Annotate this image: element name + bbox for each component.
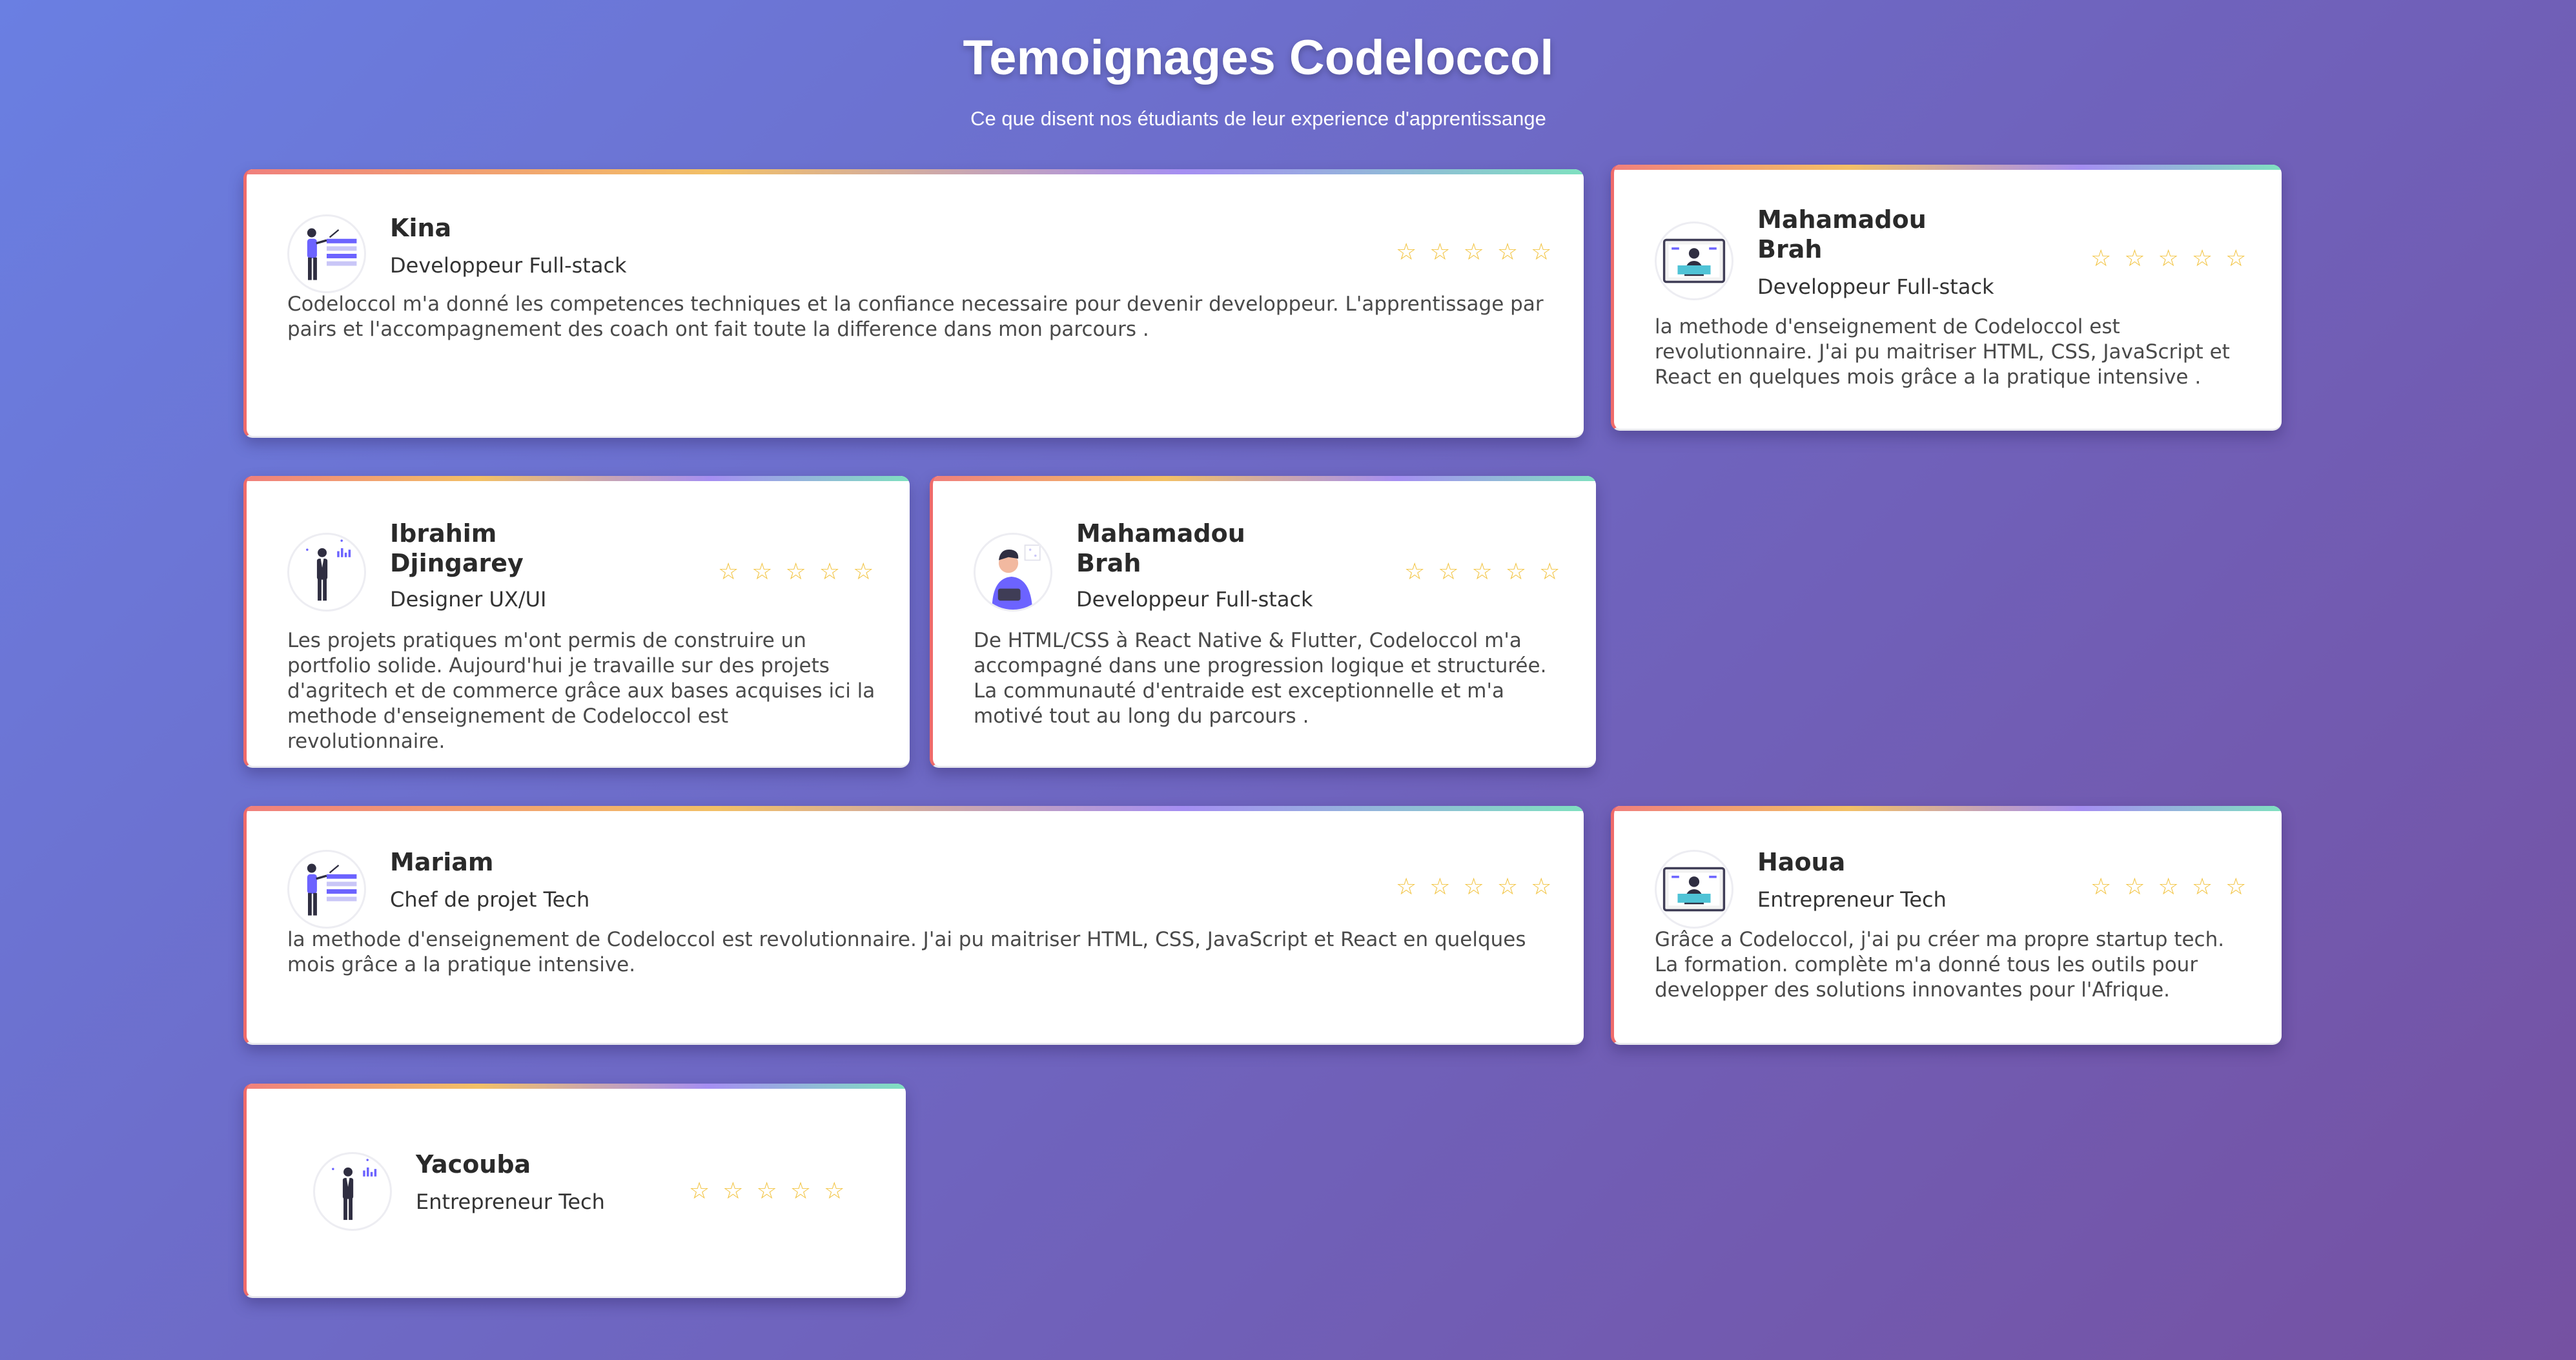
testimonial-name: Yacouba: [416, 1150, 531, 1179]
testimonial-role: Entrepreneur Tech: [416, 1190, 605, 1214]
person-with-laptop-board-icon: [289, 216, 364, 291]
testimonial-card: Mahamadou Brah Developpeur Full-stack ☆☆…: [1611, 165, 2282, 431]
testimonial-text: Grâce a Codeloccol, j'ai pu créer ma pro…: [1655, 928, 2225, 1002]
testimonial-role: Developpeur Full-stack: [390, 253, 627, 278]
person-at-monitor-icon: [1657, 852, 1732, 927]
page-subtitle: Ce que disent nos étudiants de leur expe…: [970, 107, 1546, 130]
testimonial-card: Kina Developpeur Full-stack ☆☆☆☆☆ Codelo…: [243, 169, 1584, 438]
avatar: [287, 214, 366, 293]
testimonial-role: Developpeur Full-stack: [1076, 587, 1313, 612]
star-rating: ☆☆☆☆☆: [1404, 559, 1573, 585]
testimonial-name: Kina: [390, 214, 452, 242]
testimonial-text: la methode d'enseignement de Codeloccol …: [287, 928, 1526, 976]
testimonial-name: Mariam: [390, 848, 494, 876]
testimonial-role: Developpeur Full-stack: [1757, 274, 1994, 299]
avatar: [1655, 850, 1733, 929]
testimonial-card: Ibrahim Djingarey Designer UX/UI ☆☆☆☆☆ L…: [243, 476, 910, 768]
person-with-laptop-board-icon: [289, 852, 364, 927]
avatar: [974, 533, 1052, 612]
avatar: [313, 1152, 392, 1231]
star-rating: ☆☆☆☆☆: [689, 1178, 858, 1204]
testimonial-text: la methode d'enseignement de Codeloccol …: [1655, 315, 2230, 389]
testimonial-text: Les projets pratiques m'ont permis de co…: [287, 629, 875, 753]
testimonial-card: Yacouba Entrepreneur Tech ☆☆☆☆☆: [243, 1084, 906, 1298]
page-title: Temoignages Codeloccol: [963, 30, 1554, 85]
testimonial-name: Mahamadou Brah: [1757, 205, 1927, 263]
testimonial-card: Haoua Entrepreneur Tech ☆☆☆☆☆ Grâce a Co…: [1611, 806, 2282, 1045]
testimonial-name: Ibrahim Djingarey: [390, 519, 524, 577]
testimonial-card: Mariam Chef de projet Tech ☆☆☆☆☆ la meth…: [243, 806, 1584, 1045]
star-rating: ☆☆☆☆☆: [1396, 239, 1565, 265]
star-rating: ☆☆☆☆☆: [1396, 874, 1565, 900]
testimonial-text: Codeloccol m'a donné les competences tec…: [287, 293, 1544, 341]
avatar: [287, 533, 366, 612]
testimonial-name: Haoua: [1757, 848, 1846, 876]
testimonial-role: Designer UX/UI: [390, 587, 547, 612]
businessman-standing-icon: [289, 535, 364, 610]
testimonial-text: De HTML/CSS à React Native & Flutter, Co…: [974, 629, 1547, 728]
avatar: [287, 850, 366, 929]
person-at-monitor-icon: [1657, 223, 1732, 298]
testimonial-card: Mahamadou Brah Developpeur Full-stack ☆☆…: [930, 476, 1596, 768]
man-with-headset-icon: [976, 535, 1050, 610]
star-rating: ☆☆☆☆☆: [718, 559, 887, 585]
businessman-standing-icon: [315, 1154, 390, 1229]
star-rating: ☆☆☆☆☆: [2090, 245, 2260, 272]
testimonial-name: Mahamadou Brah: [1076, 519, 1245, 577]
testimonial-role: Chef de projet Tech: [390, 887, 590, 912]
avatar: [1655, 222, 1733, 300]
star-rating: ☆☆☆☆☆: [2090, 874, 2260, 900]
testimonial-role: Entrepreneur Tech: [1757, 887, 1947, 912]
